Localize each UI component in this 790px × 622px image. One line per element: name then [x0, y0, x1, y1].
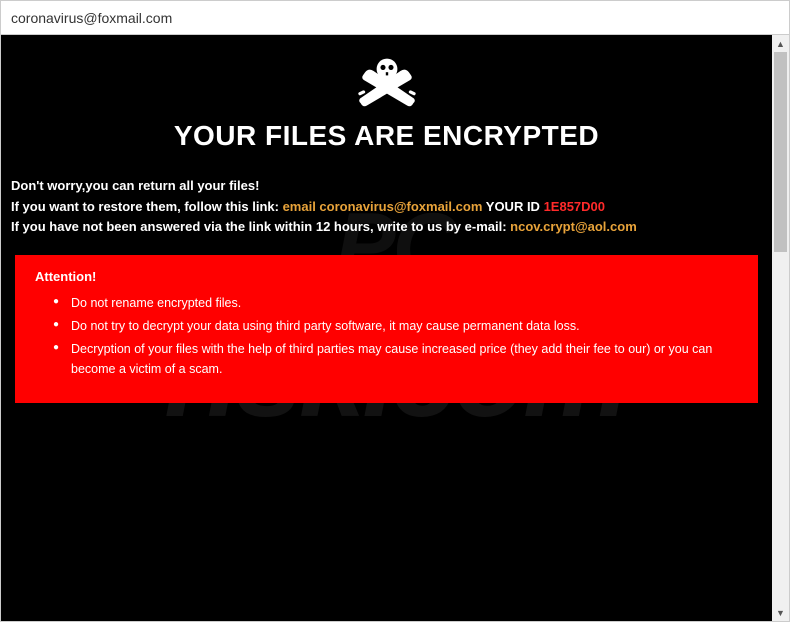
- attention-title: Attention!: [35, 269, 738, 284]
- main-heading: YOUR FILES ARE ENCRYPTED: [11, 120, 762, 152]
- instructions-block: Don't worry,you can return all your file…: [11, 176, 762, 237]
- contact-email-secondary: ncov.crypt@aol.com: [510, 219, 637, 234]
- instruction-line-3: If you have not been answered via the li…: [11, 217, 762, 237]
- window-title: coronavirus@foxmail.com: [11, 10, 172, 26]
- contact-email-primary: email coronavirus@foxmail.com: [283, 199, 483, 214]
- line3-prefix: If you have not been answered via the li…: [11, 219, 510, 234]
- title-bar: coronavirus@foxmail.com: [1, 1, 789, 35]
- instruction-line-1: Don't worry,you can return all your file…: [11, 176, 762, 196]
- attention-list: Do not rename encrypted files. Do not tr…: [35, 294, 738, 380]
- attention-item: Do not try to decrypt your data using th…: [53, 317, 738, 336]
- skull-crossed-swords-icon: [347, 53, 427, 109]
- scroll-up-icon[interactable]: ▲: [772, 35, 789, 52]
- line2-id-label: YOUR ID: [482, 199, 543, 214]
- ransom-note: YOUR FILES ARE ENCRYPTED Don't worry,you…: [1, 35, 772, 621]
- scrollbar-thumb[interactable]: [774, 52, 787, 252]
- vertical-scrollbar[interactable]: ▲ ▼: [772, 35, 789, 621]
- attention-item: Do not rename encrypted files.: [53, 294, 738, 313]
- attention-box: Attention! Do not rename encrypted files…: [15, 255, 758, 404]
- scroll-down-icon[interactable]: ▼: [772, 604, 789, 621]
- window-frame: coronavirus@foxmail.com PC risk.com: [0, 0, 790, 622]
- attention-item: Decryption of your files with the help o…: [53, 340, 738, 379]
- victim-id: 1E857D00: [544, 199, 605, 214]
- content-area: PC risk.com: [1, 35, 789, 621]
- instruction-line-2: If you want to restore them, follow this…: [11, 197, 762, 217]
- line2-prefix: If you want to restore them, follow this…: [11, 199, 283, 214]
- skull-logo-wrap: [11, 53, 762, 114]
